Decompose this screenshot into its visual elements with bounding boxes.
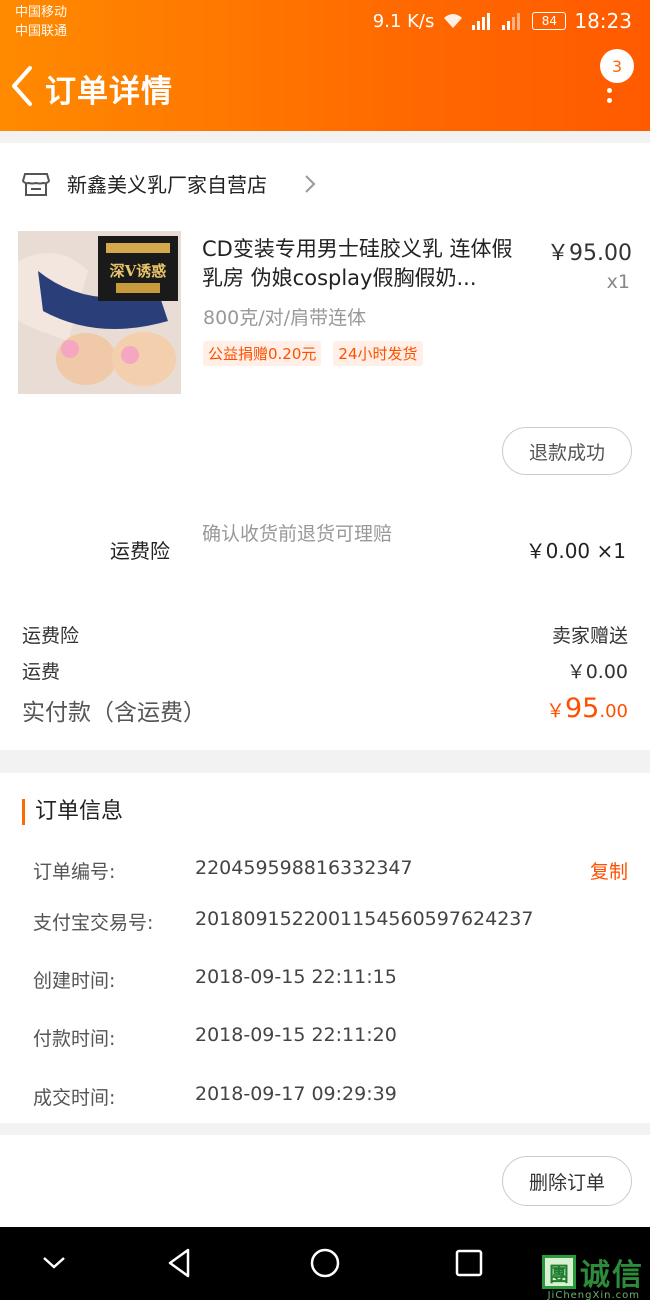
bottom-action-bar: 删除订单 bbox=[0, 1135, 650, 1227]
info-key: 成交时间: bbox=[33, 1087, 116, 1109]
insurance-price: ￥0.00 ×1 bbox=[525, 539, 626, 563]
carrier-2: 中国联通 bbox=[15, 24, 68, 39]
tag-donation: 公益捐赠0.20元 bbox=[203, 341, 322, 366]
watermark-text: 诚信 bbox=[580, 1258, 644, 1293]
info-value: 2018-09-15 22:11:15 bbox=[195, 966, 397, 988]
order-card: 新鑫美义乳厂家自营店 深V诱惑 CD变装专用男士硅胶义乳 连体假乳房 伪娘cos… bbox=[0, 143, 650, 750]
order-info-card: 订单信息 订单编号: 220459598816332347 复制 支付宝交易号:… bbox=[0, 773, 650, 1123]
summary-insurance-label: 运费险 bbox=[22, 625, 80, 647]
back-triangle-icon[interactable] bbox=[162, 1245, 198, 1281]
summary-shipping-row: 运费 ￥0.00 bbox=[22, 657, 628, 684]
battery-icon: 84 bbox=[532, 12, 567, 30]
insurance-desc: 确认收货前退货可理赔 bbox=[202, 523, 393, 545]
shop-name: 新鑫美义乳厂家自营店 bbox=[67, 173, 267, 197]
info-value: 2018-09-15 22:11:20 bbox=[195, 1024, 397, 1046]
info-value: 2018091522001154560597624237 bbox=[195, 908, 534, 930]
info-key: 付款时间: bbox=[33, 1028, 116, 1050]
page-title: 订单详情 bbox=[45, 74, 173, 110]
store-icon bbox=[22, 173, 50, 196]
product-tags: 公益捐赠0.20元 24小时发货 bbox=[203, 341, 423, 366]
tag-shipping: 24小时发货 bbox=[333, 341, 423, 366]
info-value: 220459598816332347 bbox=[195, 857, 413, 879]
signal-icon-1 bbox=[472, 12, 494, 30]
insurance-label: 运费险 bbox=[110, 539, 170, 563]
recents-square-icon[interactable] bbox=[451, 1245, 487, 1281]
network-speed: 9.1 K/s bbox=[372, 10, 435, 32]
delete-order-button[interactable]: 删除订单 bbox=[502, 1156, 632, 1206]
info-key: 订单编号: bbox=[33, 861, 116, 883]
product-qty: x1 bbox=[606, 271, 630, 293]
copy-button[interactable]: 复制 bbox=[590, 857, 628, 884]
summary-shipping-value: ￥0.00 bbox=[566, 661, 628, 683]
watermark-box: 團 bbox=[542, 1255, 576, 1289]
summary-insurance-row: 运费险 卖家赠送 bbox=[22, 621, 628, 648]
status-bar-right: 9.1 K/s 84 18:23 bbox=[373, 9, 632, 33]
total-label: 实付款（含运费） bbox=[22, 700, 206, 726]
app-header: 中国移动 中国联通 9.1 K/s 84 18:23 订单详情 3 bbox=[0, 0, 650, 131]
signal-icon-2 bbox=[502, 12, 524, 30]
watermark-subtext: JiChengXin.com bbox=[547, 1290, 640, 1300]
product-price: ￥95.00 bbox=[547, 241, 632, 266]
carrier-1: 中国移动 bbox=[15, 5, 68, 20]
status-carriers: 中国移动 中国联通 bbox=[15, 3, 67, 41]
total-value: ￥95.00 bbox=[546, 693, 628, 727]
product-photo: 深V诱惑 bbox=[18, 231, 181, 394]
total-currency: ￥ bbox=[545, 700, 565, 722]
total-dec: .00 bbox=[599, 701, 628, 722]
summary-total-row: 实付款（含运费） ￥95.00 bbox=[22, 693, 628, 727]
chevron-left-icon[interactable] bbox=[8, 64, 38, 108]
watermark-logo: 團 诚信 bbox=[542, 1250, 644, 1294]
info-value: 2018-09-17 09:29:39 bbox=[195, 1083, 397, 1105]
info-key: 支付宝交易号: bbox=[33, 912, 154, 934]
summary-shipping-label: 运费 bbox=[22, 661, 61, 683]
chevron-down-icon[interactable] bbox=[36, 1245, 72, 1281]
refund-status-button[interactable]: 退款成功 bbox=[502, 427, 632, 475]
summary-insurance-value: 卖家赠送 bbox=[551, 625, 628, 647]
product-name[interactable]: CD变装专用男士硅胶义乳 连体假乳房 伪娘cosplay假胸假奶... bbox=[202, 235, 524, 293]
image-banner-text: 深V诱惑 bbox=[110, 262, 167, 280]
chevron-right-icon bbox=[305, 175, 316, 193]
clock: 18:23 bbox=[574, 9, 632, 33]
product-image[interactable]: 深V诱惑 bbox=[18, 231, 181, 394]
info-key: 创建时间: bbox=[33, 970, 116, 992]
total-int: 95 bbox=[565, 693, 600, 724]
home-circle-icon[interactable] bbox=[307, 1245, 343, 1281]
shop-row[interactable]: 新鑫美义乳厂家自营店 bbox=[0, 143, 650, 223]
product-spec: 800克/对/肩带连体 bbox=[203, 307, 367, 329]
order-info-title: 订单信息 bbox=[22, 799, 123, 825]
wifi-icon bbox=[444, 14, 463, 28]
more-vertical-icon[interactable] bbox=[600, 74, 620, 106]
